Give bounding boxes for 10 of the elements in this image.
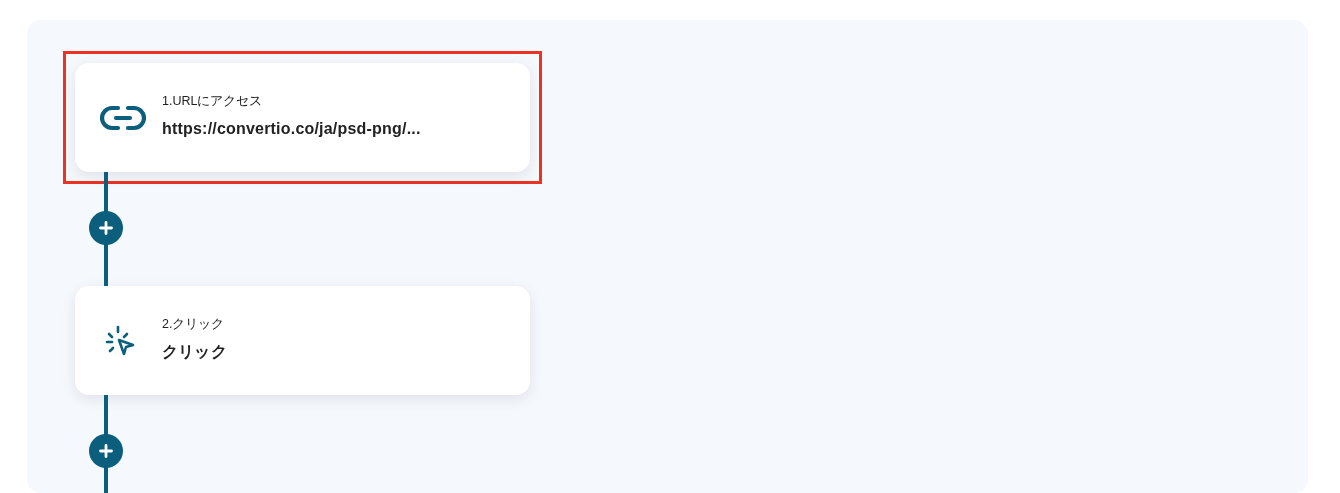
add-step-button[interactable] [89, 434, 123, 468]
step-label: 2.クリック [162, 317, 226, 332]
step-card[interactable]: 2.クリック クリック [75, 286, 530, 395]
plus-icon [99, 221, 113, 235]
add-step-button[interactable] [89, 211, 123, 245]
step-value: https://convertio.co/ja/psd-png/... [162, 119, 421, 139]
step-value: クリック [162, 342, 227, 362]
plus-icon [99, 444, 113, 458]
step-label: 1.URLにアクセス [162, 94, 264, 109]
step-card[interactable]: 1.URLにアクセス https://convertio.co/ja/psd-png/... [75, 63, 530, 172]
